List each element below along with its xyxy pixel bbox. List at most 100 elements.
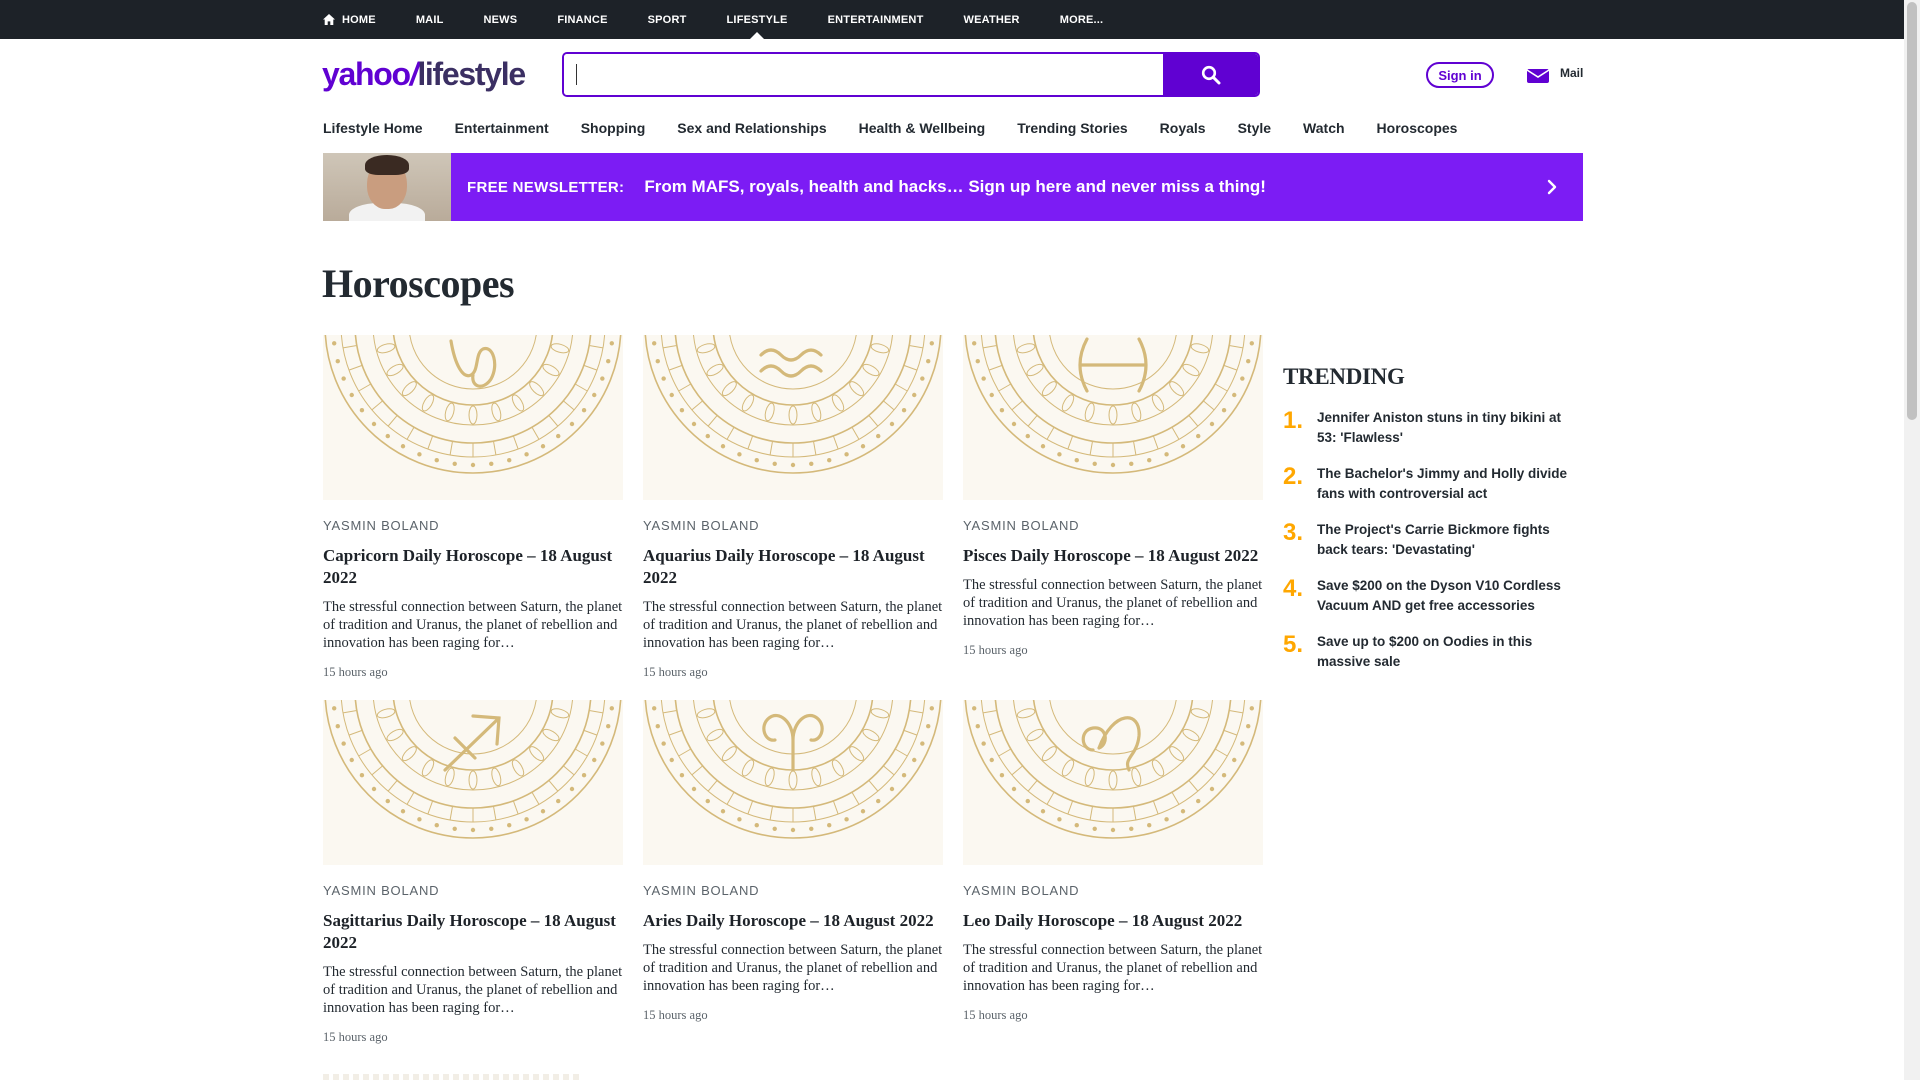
article-title[interactable]: Pisces Daily Horoscope – 18 August 2022 (963, 545, 1263, 567)
article-card-pisces[interactable]: YASMIN BOLAND Pisces Daily Horoscope – 1… (963, 335, 1263, 658)
article-author: YASMIN BOLAND (323, 883, 440, 898)
chevron-right-icon (1547, 179, 1557, 195)
trending-heading: TRENDING (1283, 364, 1405, 389)
zodiac-art-image[interactable] (323, 335, 623, 500)
search-input[interactable] (564, 54, 1163, 95)
article-summary: The stressful connection between Saturn,… (323, 599, 623, 651)
article-author: YASMIN BOLAND (963, 883, 1080, 898)
yahoo-lifestyle-logo[interactable]: yahoo/lifestyle (322, 56, 526, 92)
trending-link[interactable]: Jennifer Aniston stuns in tiny bikini at… (1317, 408, 1583, 447)
trending-number: 2. (1283, 463, 1304, 490)
mandala-ornament (324, 335, 622, 474)
trending-item[interactable]: 1. Jennifer Aniston stuns in tiny bikini … (1283, 408, 1583, 447)
top-nav-label: NEWS (483, 13, 518, 26)
subnav-royals[interactable]: Royals (1160, 120, 1206, 136)
article-timestamp: 15 hours ago (963, 643, 1028, 657)
page-scrollbar[interactable] (1904, 0, 1920, 1080)
trending-link[interactable]: The Project's Carrie Bickmore fights bac… (1317, 520, 1583, 559)
subnav-trending-stories[interactable]: Trending Stories (1017, 120, 1127, 136)
top-nav-mail[interactable]: MAIL (416, 0, 444, 39)
subnav-health-wellbeing[interactable]: Health & Wellbeing (859, 120, 986, 136)
article-title[interactable]: Aquarius Daily Horoscope – 18 August 202… (643, 545, 943, 589)
home-icon (323, 14, 335, 25)
subnav-style[interactable]: Style (1238, 120, 1271, 136)
article-title[interactable]: Capricorn Daily Horoscope – 18 August 20… (323, 545, 623, 589)
article-author: YASMIN BOLAND (643, 518, 760, 533)
search-box (562, 52, 1260, 97)
trending-link[interactable]: Save up to $200 on Oodies in this massiv… (1317, 632, 1583, 671)
mandala-ornament (964, 335, 1262, 474)
top-nav-label: ENTERTAINMENT (827, 13, 924, 26)
top-nav-sport[interactable]: SPORT (648, 0, 687, 39)
search-button[interactable] (1163, 54, 1258, 95)
logo-section: lifestyle (417, 56, 526, 92)
article-timestamp: 15 hours ago (323, 1030, 388, 1044)
trending-number: 1. (1283, 407, 1304, 434)
subnav-lifestyle-home[interactable]: Lifestyle Home (323, 120, 423, 136)
subnav-entertainment[interactable]: Entertainment (455, 120, 549, 136)
newsletter-message: From MAFS, royals, health and hacks… Sig… (644, 177, 1266, 196)
zodiac-glyph-icon (449, 339, 497, 388)
trending-item[interactable]: 5. Save up to $200 on Oodies in this mass… (1283, 632, 1583, 671)
trending-item[interactable]: 4. Save $200 on the Dyson V10 Cordless Va… (1283, 576, 1583, 615)
newsletter-banner[interactable]: FREE NEWSLETTER: From MAFS, royals, heal… (323, 153, 1583, 221)
article-card-capricorn[interactable]: YASMIN BOLAND Capricorn Daily Horoscope … (323, 335, 623, 680)
trending-link[interactable]: The Bachelor's Jimmy and Holly divide fa… (1317, 464, 1583, 503)
subnav-sex-and-relationships[interactable]: Sex and Relationships (677, 120, 826, 136)
article-timestamp: 15 hours ago (323, 665, 388, 679)
lifestyle-sub-nav: Lifestyle Home Entertainment Shopping Se… (323, 116, 1489, 140)
sign-in-label: Sign in (1438, 67, 1482, 83)
zodiac-art-image[interactable] (323, 700, 623, 865)
article-timestamp: 15 hours ago (643, 665, 708, 679)
trending-item[interactable]: 3. The Project's Carrie Bickmore fights b… (1283, 520, 1583, 559)
top-nav-finance[interactable]: FINANCE (557, 0, 607, 39)
zodiac-art-image[interactable] (643, 335, 943, 500)
top-nav-weather[interactable]: WEATHER (964, 0, 1020, 39)
mail-link[interactable]: Mail (1526, 62, 1583, 84)
article-title[interactable]: Leo Daily Horoscope – 18 August 2022 (963, 910, 1263, 932)
trending-link[interactable]: Save $200 on the Dyson V10 Cordless Vacu… (1317, 576, 1583, 615)
article-card-aquarius[interactable]: YASMIN BOLAND Aquarius Daily Horoscope –… (643, 335, 943, 680)
trending-item[interactable]: 2. The Bachelor's Jimmy and Holly divide … (1283, 464, 1583, 503)
top-nav-more[interactable]: MORE... (1060, 0, 1104, 39)
zodiac-glyph-icon (762, 713, 824, 772)
article-card-aries[interactable]: YASMIN BOLAND Aries Daily Horoscope – 18… (643, 700, 943, 1023)
article-card-sagittarius[interactable]: YASMIN BOLAND Sagittarius Daily Horoscop… (323, 700, 623, 1045)
article-summary: The stressful connection between Saturn,… (963, 942, 1263, 994)
mandala-ornament (644, 335, 942, 474)
article-title[interactable]: Sagittarius Daily Horoscope – 18 August … (323, 910, 623, 954)
zodiac-glyph-icon (1078, 337, 1148, 393)
top-nav-label: WEATHER (963, 13, 1020, 26)
subnav-watch[interactable]: Watch (1303, 120, 1344, 136)
newsletter-thumbnail (323, 153, 451, 221)
scrollbar-thumb[interactable] (1907, 2, 1917, 420)
trending-number: 5. (1283, 631, 1304, 658)
top-nav-home[interactable]: HOME (323, 0, 376, 39)
top-nav-news[interactable]: NEWS (484, 0, 518, 39)
zodiac-art-image[interactable] (963, 700, 1263, 865)
trending-number: 3. (1283, 519, 1304, 546)
zodiac-art-image[interactable] (643, 700, 943, 865)
article-card-leo[interactable]: YASMIN BOLAND Leo Daily Horoscope – 18 A… (963, 700, 1263, 1023)
zodiac-art-image[interactable] (963, 335, 1263, 500)
next-row-peek (323, 1074, 583, 1080)
article-timestamp: 15 hours ago (963, 1008, 1028, 1022)
top-nav: HOME MAIL NEWS FINANCE SPORT LIFESTYLE E… (323, 0, 1143, 39)
article-summary: The stressful connection between Saturn,… (643, 942, 943, 994)
logo-brand: yahoo (322, 56, 411, 92)
newsletter-label: FREE NEWSLETTER: (467, 178, 625, 196)
article-title[interactable]: Aries Daily Horoscope – 18 August 2022 (643, 910, 943, 932)
top-nav-entertainment[interactable]: ENTERTAINMENT (828, 0, 924, 39)
top-nav-lifestyle[interactable]: LIFESTYLE (727, 0, 788, 39)
top-nav-label: HOME (342, 13, 376, 26)
subnav-horoscopes[interactable]: Horoscopes (1377, 120, 1458, 136)
text-caret (576, 64, 577, 85)
zodiac-glyph-icon (759, 348, 823, 378)
article-author: YASMIN BOLAND (323, 518, 440, 533)
article-author: YASMIN BOLAND (643, 883, 760, 898)
top-nav-label: LIFESTYLE (726, 13, 788, 26)
subnav-shopping[interactable]: Shopping (581, 120, 646, 136)
sign-in-button[interactable]: Sign in (1426, 62, 1494, 88)
mandala-ornament (324, 700, 622, 839)
zodiac-glyph-icon (1081, 716, 1141, 772)
